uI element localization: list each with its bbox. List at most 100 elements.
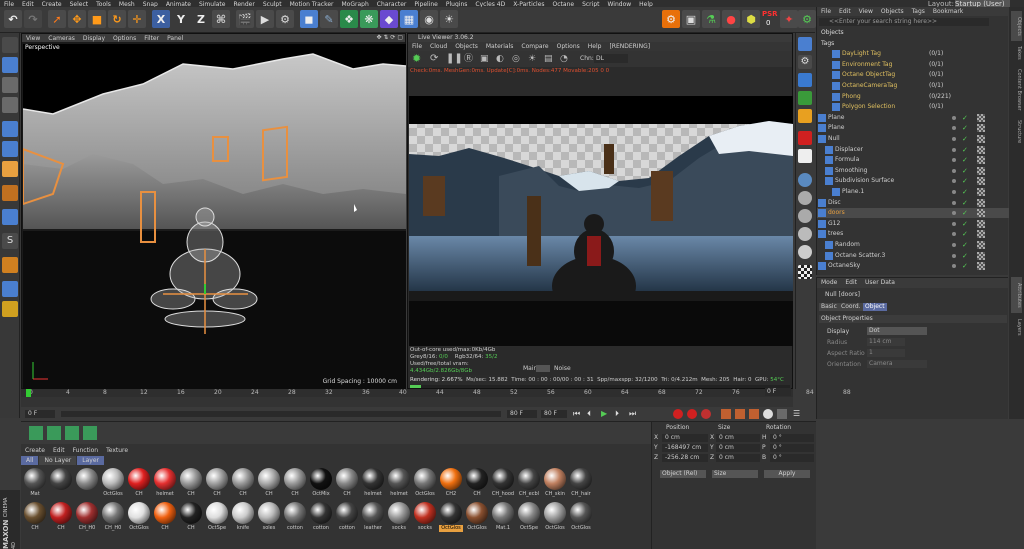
material-swatch[interactable]: CH_hair xyxy=(569,468,593,500)
workplane-icon[interactable] xyxy=(2,97,18,113)
attr-tab-coord[interactable]: Coord. xyxy=(839,303,863,311)
lv-menu-options[interactable]: Options xyxy=(553,42,584,51)
material-tag-icon[interactable] xyxy=(977,135,985,143)
visibility-dot[interactable] xyxy=(952,243,956,247)
material-swatch[interactable]: knife xyxy=(231,502,255,534)
material-swatch[interactable]: CH xyxy=(153,502,177,534)
om-menu-objects[interactable]: Objects xyxy=(877,7,908,16)
x-axis-button[interactable]: X xyxy=(152,10,170,28)
pla-key-icon[interactable] xyxy=(777,409,787,419)
om-menu-tags[interactable]: Tags xyxy=(908,7,929,16)
material-swatch[interactable]: CH xyxy=(49,502,73,534)
object-row[interactable]: Tags xyxy=(817,39,1009,49)
viewport-menu-display[interactable]: Display xyxy=(79,35,109,43)
material-swatch[interactable]: CH xyxy=(205,468,229,500)
attr-menu-mode[interactable]: Mode xyxy=(817,278,841,288)
material-tag-icon[interactable] xyxy=(977,113,985,122)
octane-material-icon[interactable]: ● xyxy=(722,10,740,28)
z-axis-button[interactable]: Z xyxy=(192,10,210,28)
material-tag-icon[interactable] xyxy=(977,209,985,218)
visibility-dot[interactable] xyxy=(952,211,956,216)
octane-scatter-icon[interactable]: ✦ xyxy=(780,10,798,28)
end-frame-field-2[interactable]: 80 F xyxy=(541,410,567,418)
material-swatch[interactable]: OctGlos xyxy=(439,502,463,534)
object-row[interactable]: Smoothing ✓ xyxy=(817,166,1009,176)
enabled-check-icon[interactable]: ✓ xyxy=(962,157,968,164)
play-button[interactable]: ▶ xyxy=(601,409,607,418)
material-swatch[interactable]: CH xyxy=(179,468,203,500)
material-swatch[interactable]: helmet xyxy=(361,468,385,500)
start-frame-field[interactable]: 0 F xyxy=(25,410,55,418)
grid-icon[interactable] xyxy=(2,281,18,297)
side-tab-objects[interactable]: Objects xyxy=(1011,11,1022,41)
material-swatch[interactable]: OctGlos xyxy=(569,502,593,534)
object-row[interactable]: Objects xyxy=(817,28,1009,38)
side-tab-takes[interactable]: Takes xyxy=(1011,43,1022,63)
visibility-dot[interactable] xyxy=(952,158,956,163)
material-swatch[interactable]: CH2 xyxy=(439,468,463,500)
enabled-check-icon[interactable]: ✓ xyxy=(962,231,968,238)
material-tag-icon[interactable] xyxy=(977,262,985,271)
material-swatch[interactable]: soles xyxy=(257,502,281,534)
object-row[interactable]: Octane ObjectTag (0/1) xyxy=(817,70,1009,80)
material-swatch[interactable]: socks xyxy=(387,502,411,534)
octane-hdri-icon[interactable] xyxy=(798,73,812,87)
move-tool-icon[interactable]: ✥ xyxy=(68,10,86,28)
save-render-icon[interactable]: ▤ xyxy=(544,53,553,65)
object-row[interactable]: Polygon Selection (0/1) xyxy=(817,102,1009,112)
size-field[interactable]: 0 cm xyxy=(716,434,760,442)
material-swatch[interactable]: OctGlos xyxy=(543,502,567,534)
enabled-check-icon[interactable]: ✓ xyxy=(962,199,968,206)
y-axis-button[interactable]: Y xyxy=(172,10,190,28)
om-menu-view[interactable]: View xyxy=(855,7,877,16)
octane-texture-icon[interactable] xyxy=(798,149,812,163)
padlock-icon[interactable] xyxy=(2,301,18,317)
side-tab-attributes[interactable]: Attributes xyxy=(1011,277,1022,313)
enabled-check-icon[interactable]: ✓ xyxy=(962,125,968,132)
redo-icon[interactable]: ↷ xyxy=(24,10,42,28)
material-swatch[interactable]: cotton xyxy=(283,502,307,534)
aspect-field[interactable]: 1 xyxy=(867,349,905,357)
pause-icon[interactable]: ❚❚ xyxy=(446,53,463,65)
filter-no-layer[interactable]: No Layer xyxy=(39,456,77,465)
lv-menu-compare[interactable]: Compare xyxy=(517,42,552,51)
axis-mode-icon[interactable] xyxy=(2,185,18,201)
render-settings-icon[interactable]: ⚙ xyxy=(276,10,294,28)
next-key-button[interactable]: ⏵ xyxy=(615,409,619,419)
material-tag-icon[interactable] xyxy=(977,251,985,260)
visibility-dot[interactable] xyxy=(952,190,956,194)
rotation-key-icon[interactable] xyxy=(735,409,745,419)
viewport-scene[interactable] xyxy=(23,44,406,389)
material-tag-icon[interactable] xyxy=(977,124,985,133)
object-search-input[interactable]: <<Enter your search string here>> xyxy=(819,18,989,26)
clay-icon[interactable]: ◔ xyxy=(560,53,568,65)
timeline-menu-icon[interactable]: ☰ xyxy=(793,409,800,418)
deformer-icon[interactable]: ◆ xyxy=(380,10,398,28)
render-view-icon[interactable]: 🎬 xyxy=(236,10,254,28)
object-row[interactable]: Plane.1 ✓ xyxy=(817,187,1009,197)
object-row[interactable]: Disc ✓ xyxy=(817,198,1009,208)
material-swatch[interactable]: OctGlos xyxy=(465,502,489,534)
camera-icon[interactable]: ◉ xyxy=(420,10,438,28)
side-tab-structure[interactable]: Structure xyxy=(1011,117,1022,147)
side-tab-content-browser[interactable]: Content Browser xyxy=(1011,65,1022,115)
model-mode-icon[interactable] xyxy=(2,57,18,73)
tweak-icon[interactable] xyxy=(2,209,18,225)
param-key-icon[interactable] xyxy=(763,409,773,419)
end-frame-field[interactable]: 80 F xyxy=(507,410,537,418)
enabled-check-icon[interactable]: ✓ xyxy=(962,210,968,217)
material-swatch[interactable]: CH xyxy=(257,468,281,500)
material-swatch[interactable]: CH xyxy=(127,468,151,500)
material-swatch[interactable]: CH xyxy=(179,502,203,534)
attr-menu-edit[interactable]: Edit xyxy=(841,278,861,288)
timeline[interactable]: 0481216202428323640444852566064687276808… xyxy=(21,388,851,407)
filter-all[interactable]: All xyxy=(21,456,39,465)
material-tag-icon[interactable] xyxy=(977,188,985,196)
snap-icon[interactable]: S xyxy=(2,233,18,249)
filter-layer[interactable]: Layer xyxy=(77,456,104,465)
viewport-menu-filter[interactable]: Filter xyxy=(140,35,163,43)
mat-menu-function[interactable]: Function xyxy=(69,447,103,455)
om-menu-bookmark[interactable]: Bookmark xyxy=(929,7,967,16)
material-swatch[interactable]: cotton xyxy=(335,502,359,534)
material-tag-icon[interactable] xyxy=(977,219,985,228)
